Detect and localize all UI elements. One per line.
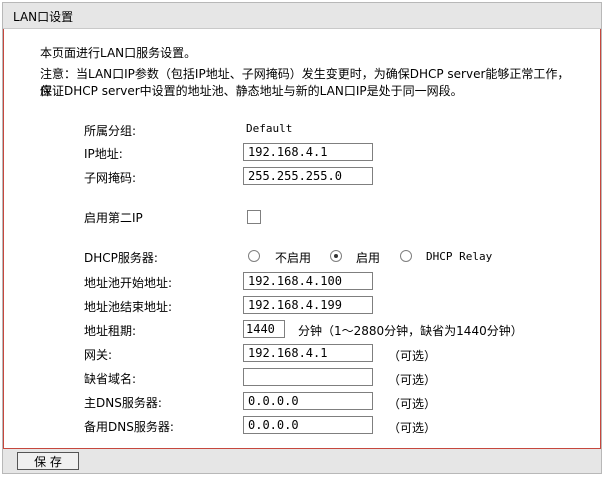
gateway-field[interactable] — [243, 344, 373, 362]
dhcp-disable-label: 不启用 — [275, 251, 312, 265]
group-value: Default — [246, 122, 293, 135]
dhcp-relay-label: DHCP Relay — [426, 250, 493, 263]
gateway-label: 网关: — [84, 348, 113, 362]
subnet-mask-label: 子网掩码: — [84, 171, 137, 185]
dns2-label: 备用DNS服务器: — [84, 420, 174, 434]
dhcp-relay-radio[interactable] — [400, 250, 412, 262]
dns1-label: 主DNS服务器: — [84, 396, 162, 410]
ip-label: IP地址: — [84, 147, 123, 161]
dhcp-disable-radio[interactable] — [248, 250, 260, 262]
pool-start-field[interactable] — [243, 272, 373, 290]
dns2-field[interactable] — [243, 416, 373, 434]
second-ip-label: 启用第二IP — [84, 211, 143, 225]
dhcp-enable-radio[interactable] — [330, 250, 342, 262]
save-button[interactable]: 保 存 — [17, 452, 79, 470]
domain-label: 缺省域名: — [84, 372, 137, 386]
gateway-optional: （可选） — [388, 349, 437, 363]
pool-start-label: 地址池开始地址: — [84, 276, 173, 290]
dns1-optional: （可选） — [388, 397, 437, 411]
dhcp-enable-label: 启用 — [356, 251, 381, 265]
dns1-field[interactable] — [243, 392, 373, 410]
group-label: 所属分组: — [84, 124, 137, 138]
title-bar: LAN口设置 — [3, 3, 601, 29]
domain-optional: （可选） — [388, 373, 437, 387]
domain-field[interactable] — [243, 368, 373, 386]
note-line-2: 保证DHCP server中设置的地址池、静态地址与新的LAN口IP是处于同一网… — [40, 84, 463, 98]
lease-hint: 分钟（1～2880分钟，缺省为1440分钟） — [298, 324, 523, 338]
lease-field[interactable] — [243, 320, 285, 338]
intro-text: 本页面进行LAN口服务设置。 — [40, 46, 197, 60]
pool-end-field[interactable] — [243, 296, 373, 314]
bottom-bar: 保 存 — [3, 448, 601, 473]
ip-address-field[interactable] — [243, 143, 373, 161]
window-title: LAN口设置 — [13, 10, 74, 24]
dhcp-label: DHCP服务器: — [84, 251, 158, 265]
dns2-optional: （可选） — [388, 421, 437, 435]
lease-label: 地址租期: — [84, 324, 137, 338]
pool-end-label: 地址池结束地址: — [84, 300, 173, 314]
subnet-mask-field[interactable] — [243, 167, 373, 185]
second-ip-checkbox[interactable] — [247, 210, 261, 224]
